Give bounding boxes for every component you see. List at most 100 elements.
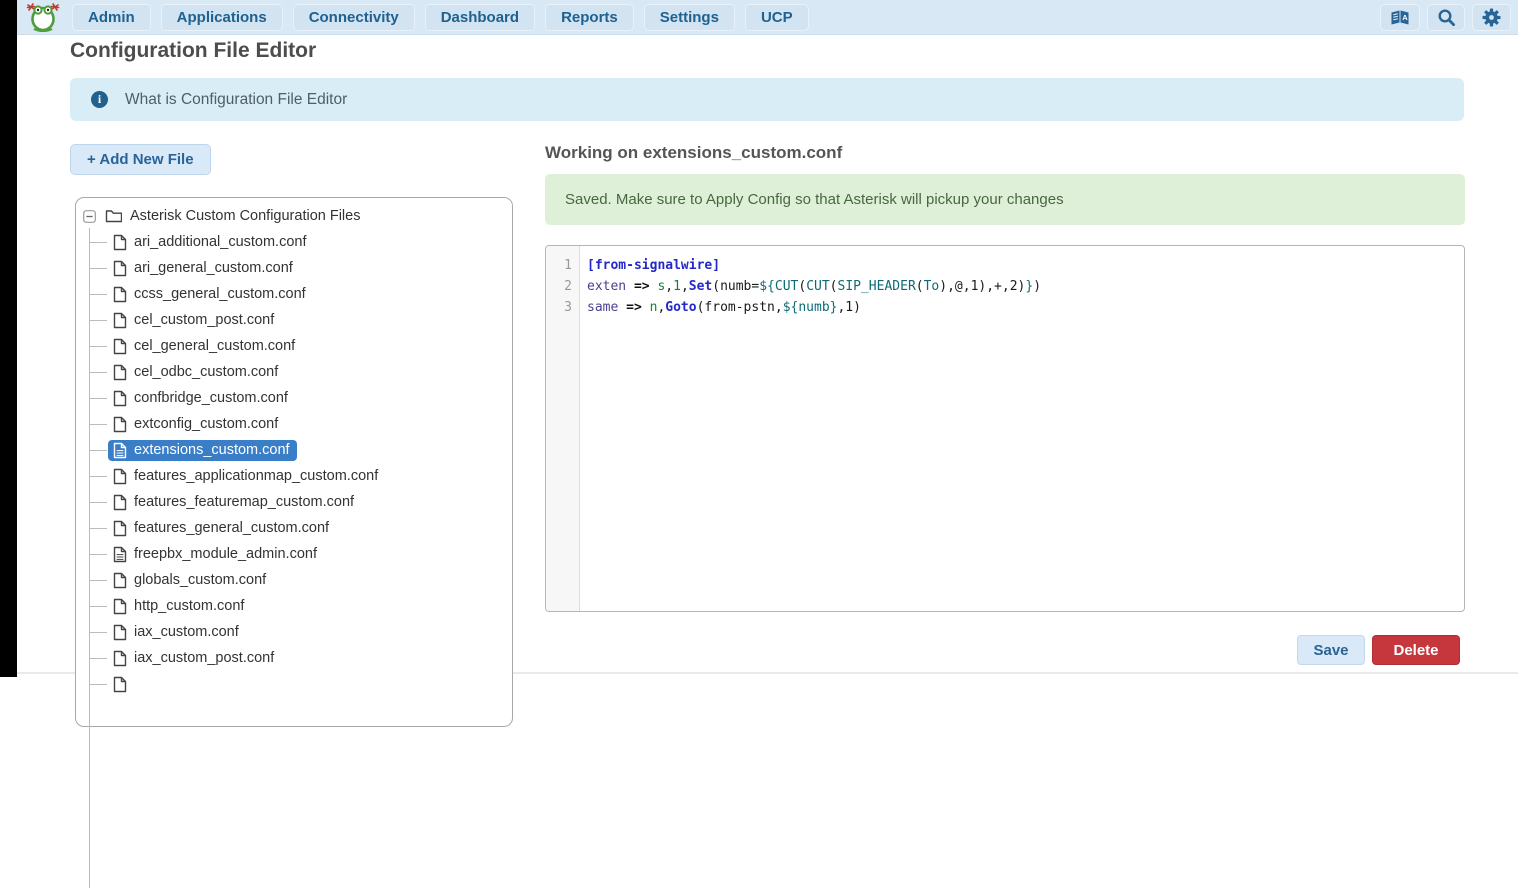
file-icon	[113, 234, 127, 251]
file-icon	[113, 494, 127, 511]
file-icon	[113, 650, 127, 667]
tree-item-pill: http_custom.conf	[108, 596, 251, 617]
tree-item[interactable]: iax_custom.conf	[76, 619, 512, 645]
file-icon	[113, 572, 127, 589]
tree-item[interactable]: features_applicationmap_custom.conf	[76, 463, 512, 489]
translate-icon[interactable]: A	[1380, 4, 1420, 31]
search-icon[interactable]	[1427, 4, 1465, 31]
nav-icon-buttons: A	[1373, 4, 1511, 31]
tree-item-pill: iax_custom.conf	[108, 622, 246, 643]
delete-button[interactable]: Delete	[1372, 635, 1460, 665]
tree-connector	[90, 632, 107, 633]
code-token: }	[1025, 279, 1033, 294]
file-icon	[113, 416, 127, 433]
tree-item-pill: globals_custom.conf	[108, 570, 273, 591]
file-icon	[113, 286, 127, 303]
line-number: 3	[546, 297, 579, 318]
code-token: same	[587, 300, 618, 315]
tree-connector	[90, 476, 107, 477]
code-token: [from-signalwire]	[587, 258, 720, 273]
tree-item-label: cel_odbc_custom.conf	[134, 364, 278, 380]
tree-item-label: features_general_custom.conf	[134, 520, 329, 536]
file-text-icon	[113, 546, 127, 563]
tree-item[interactable]: features_general_custom.conf	[76, 515, 512, 541]
tree-item[interactable]: confbridge_custom.conf	[76, 385, 512, 411]
save-button[interactable]: Save	[1297, 635, 1365, 665]
nav-item-applications[interactable]: Applications	[161, 4, 283, 31]
tree-item[interactable]	[76, 671, 512, 697]
tree-root-node[interactable]: Asterisk Custom Configuration Files	[83, 203, 512, 229]
tree-connector	[90, 450, 107, 451]
code-area[interactable]: [from-signalwire]exten => s,1,Set(numb=$…	[580, 246, 1464, 611]
tree-item-label: ari_additional_custom.conf	[134, 234, 307, 250]
code-line: same => n,Goto(from-pstn,${numb},1)	[587, 297, 1464, 318]
code-token: (	[830, 279, 838, 294]
code-token: ,1)	[837, 300, 860, 315]
code-token: exten	[587, 279, 626, 294]
freepbx-frog-logo-icon[interactable]	[26, 2, 60, 32]
tree-item-selected[interactable]: extensions_custom.conf	[76, 437, 512, 463]
page-title: Configuration File Editor	[70, 39, 316, 63]
info-banner[interactable]: i What is Configuration File Editor	[70, 78, 1464, 121]
tree-item[interactable]: globals_custom.conf	[76, 567, 512, 593]
code-editor[interactable]: 123 [from-signalwire]exten => s,1,Set(nu…	[545, 245, 1465, 612]
svg-text:A: A	[1402, 12, 1408, 21]
tree-item-pill: ari_additional_custom.conf	[108, 232, 314, 253]
tree-item-pill: iax_custom_post.conf	[108, 648, 281, 669]
tree-item[interactable]: cel_custom_post.conf	[76, 307, 512, 333]
file-icon	[113, 338, 127, 355]
tree-connector	[90, 502, 107, 503]
tree-connector	[90, 372, 107, 373]
nav-item-dashboard[interactable]: Dashboard	[425, 4, 535, 31]
tree-item[interactable]: extconfig_custom.conf	[76, 411, 512, 437]
code-line: exten => s,1,Set(numb=${CUT(CUT(SIP_HEAD…	[587, 276, 1464, 297]
tree-connector	[90, 580, 107, 581]
gear-icon[interactable]	[1472, 4, 1511, 31]
tree-connector	[90, 294, 107, 295]
code-token: SIP_HEADER	[838, 279, 916, 294]
tree-item[interactable]: ari_additional_custom.conf	[76, 229, 512, 255]
tree-connector	[90, 658, 107, 659]
tree-root-label: Asterisk Custom Configuration Files	[130, 208, 360, 224]
saved-success-alert: Saved. Make sure to Apply Config so that…	[545, 174, 1465, 225]
code-token: ,	[665, 279, 673, 294]
tree-connector	[90, 398, 107, 399]
tree-connector	[90, 320, 107, 321]
tree-item[interactable]: freepbx_module_admin.conf	[76, 541, 512, 567]
nav-item-reports[interactable]: Reports	[545, 4, 634, 31]
info-banner-label: What is Configuration File Editor	[125, 91, 347, 109]
working-on-heading: Working on extensions_custom.conf	[545, 143, 842, 163]
code-token: (	[916, 279, 924, 294]
nav-item-admin[interactable]: Admin	[72, 4, 151, 31]
file-icon	[113, 676, 127, 693]
tree-connector	[90, 242, 107, 243]
tree-item[interactable]: cel_odbc_custom.conf	[76, 359, 512, 385]
left-black-bar	[0, 0, 17, 677]
file-text-icon	[113, 442, 127, 459]
collapse-icon[interactable]	[83, 210, 96, 223]
file-icon	[113, 312, 127, 329]
tree-item-label: confbridge_custom.conf	[134, 390, 288, 406]
tree-item[interactable]: ari_general_custom.conf	[76, 255, 512, 281]
add-new-file-button[interactable]: + Add New File	[70, 144, 211, 175]
tree-item[interactable]: http_custom.conf	[76, 593, 512, 619]
tree-item[interactable]: cel_general_custom.conf	[76, 333, 512, 359]
tree-item-pill: confbridge_custom.conf	[108, 388, 295, 409]
tree-item[interactable]: iax_custom_post.conf	[76, 645, 512, 671]
nav-item-settings[interactable]: Settings	[644, 4, 735, 31]
tree-item-pill: freepbx_module_admin.conf	[108, 544, 324, 565]
tree-item[interactable]: ccss_general_custom.conf	[76, 281, 512, 307]
tree-item[interactable]: features_featuremap_custom.conf	[76, 489, 512, 515]
code-token	[642, 300, 650, 315]
code-token: To	[924, 279, 940, 294]
file-icon	[113, 624, 127, 641]
code-token: CUT	[775, 279, 798, 294]
nav-item-connectivity[interactable]: Connectivity	[293, 4, 415, 31]
file-icon	[113, 390, 127, 407]
nav-item-ucp[interactable]: UCP	[745, 4, 809, 31]
tree-connector	[90, 554, 107, 555]
tree-rows: ari_additional_custom.conf ari_general_cu…	[76, 229, 512, 697]
line-number: 2	[546, 276, 579, 297]
code-token: ${	[759, 279, 775, 294]
tree-item-pill: cel_odbc_custom.conf	[108, 362, 285, 383]
